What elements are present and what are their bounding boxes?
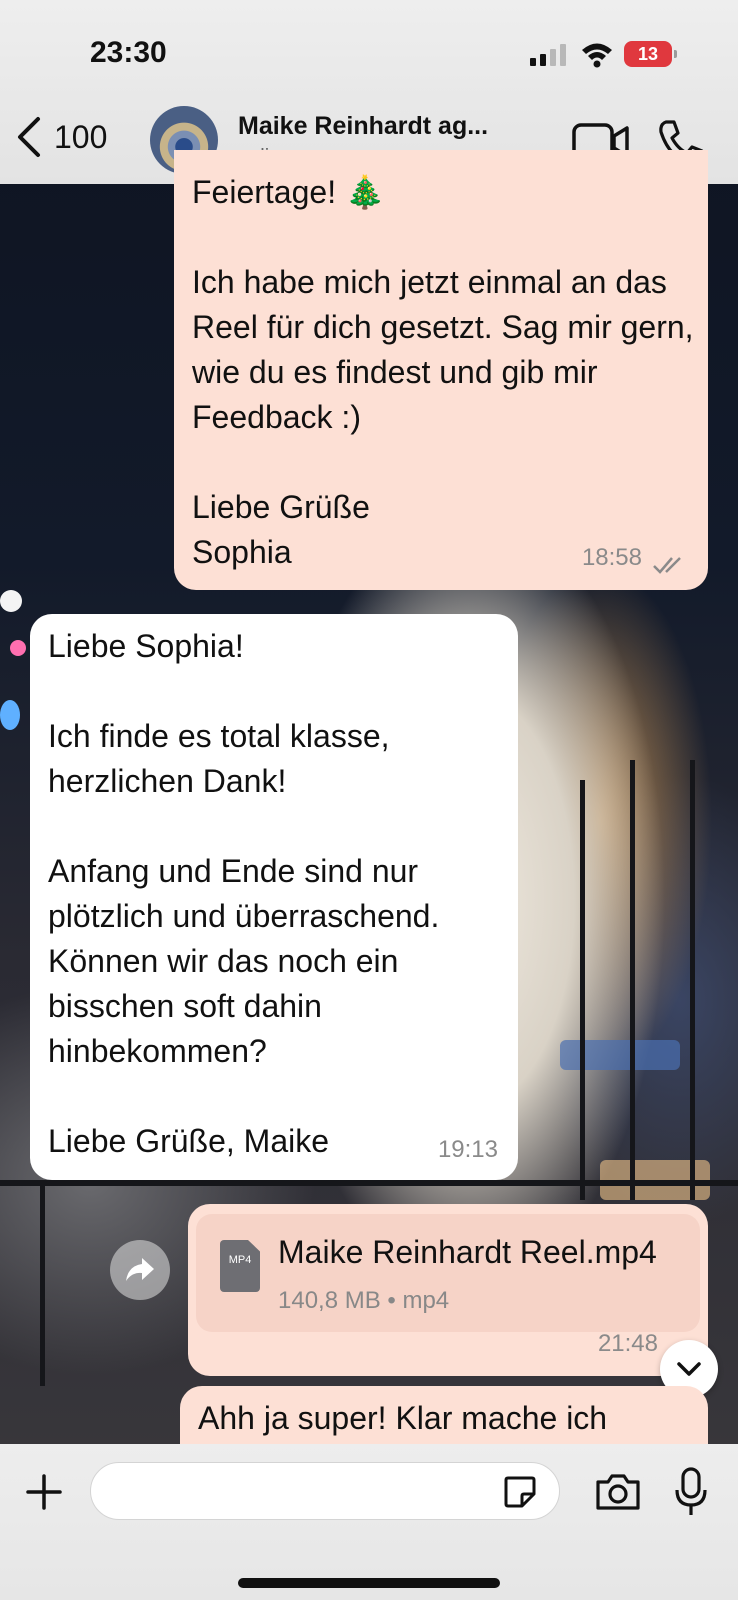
message-text: Liebe Sophia! Ich finde es total klasse,…	[48, 628, 440, 1159]
battery-icon: 13	[624, 41, 677, 67]
file-mp4-icon: MP4	[220, 1240, 260, 1292]
status-time: 23:30	[90, 36, 167, 69]
camera-icon[interactable]	[594, 1472, 642, 1512]
file-meta: 140,8 MB • mp4	[278, 1287, 450, 1314]
unread-count: 100	[54, 118, 108, 155]
sticker-icon[interactable]	[502, 1474, 538, 1510]
file-attachment[interactable]: MP4 Maike Reinhardt Reel.mp4 140,8 MB • …	[196, 1214, 700, 1332]
message-time: 18:58	[581, 544, 642, 571]
plus-icon[interactable]	[24, 1472, 64, 1512]
contact-name[interactable]: Maike Reinhardt ag...	[238, 112, 488, 141]
file-name: Maike Reinhardt Reel.mp4	[278, 1234, 657, 1270]
message-time: 19:13	[437, 1136, 498, 1163]
message-time: 21:48	[597, 1330, 658, 1357]
chevron-left-icon	[18, 117, 40, 157]
microphone-icon[interactable]	[672, 1466, 710, 1518]
signal-icon	[530, 44, 566, 66]
message-bubble-incoming[interactable]: Liebe Sophia! Ich finde es total klasse,…	[30, 614, 518, 1180]
back-button[interactable]: 100	[14, 112, 107, 162]
message-input[interactable]	[90, 1462, 560, 1520]
message-bubble-file[interactable]: MP4 Maike Reinhardt Reel.mp4 140,8 MB • …	[188, 1204, 708, 1376]
forward-icon	[126, 1258, 154, 1281]
wifi-icon	[582, 43, 612, 68]
message-text: Ahh ja super! Klar mache ich	[198, 1400, 608, 1436]
double-check-icon	[653, 557, 681, 574]
message-text: Feiertage! 🎄 Ich habe mich jetzt einmal …	[192, 174, 694, 570]
home-indicator	[238, 1578, 500, 1588]
file-type-badge: MP4	[228, 1254, 252, 1266]
message-bubble-outgoing[interactable]: Feiertage! 🎄 Ich habe mich jetzt einmal …	[174, 150, 708, 590]
message-input-bar	[0, 1444, 738, 1600]
forward-button[interactable]	[110, 1240, 170, 1300]
